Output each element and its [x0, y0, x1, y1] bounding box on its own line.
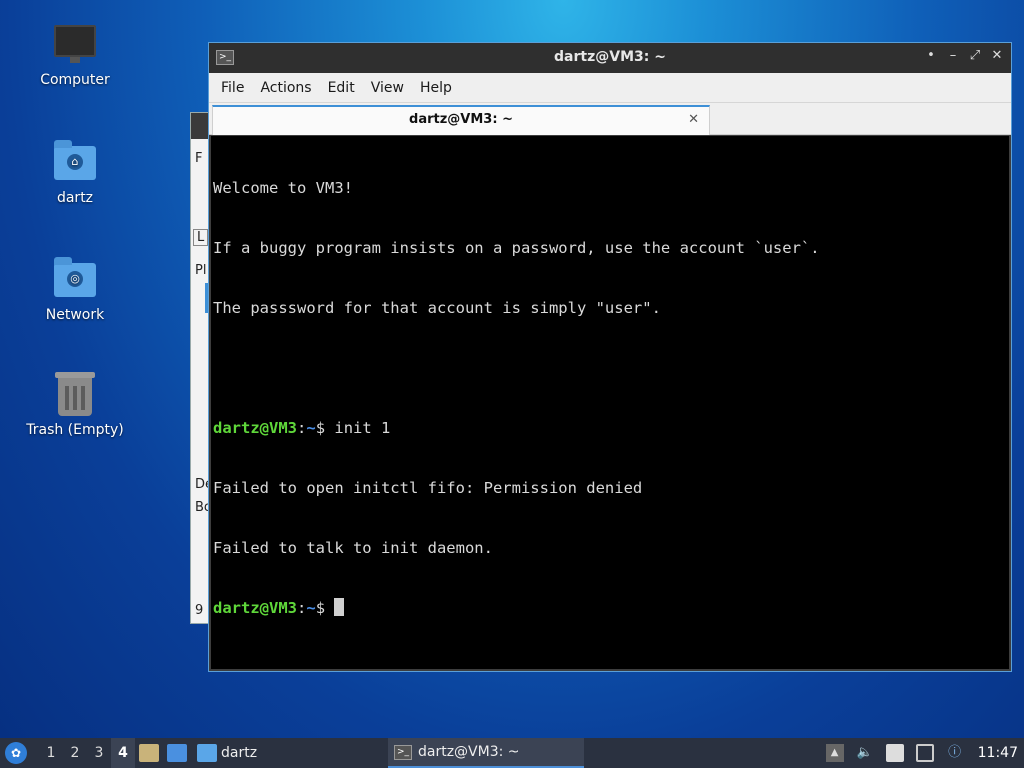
desktop-icon-computer[interactable]: Computer — [20, 22, 130, 88]
task-terminal[interactable]: >_ dartz@VM3: ~ — [388, 738, 584, 768]
desktop-icon-trash[interactable]: Trash (Empty) — [20, 372, 130, 438]
trash-icon — [52, 372, 98, 418]
taskbar: ✿ 1 2 3 4 dartz >_ dartz@VM3: ~ ▲ 🔈 ⓘ 11… — [0, 738, 1024, 768]
active-prompt-line: dartz@VM3:~$ — [213, 598, 1007, 618]
prompt-user: dartz@VM3 — [213, 419, 297, 437]
clock[interactable]: 11:47 — [978, 745, 1018, 761]
close-button[interactable]: ✕ — [989, 48, 1005, 63]
background-window-field[interactable]: L — [193, 229, 209, 246]
menu-actions[interactable]: Actions — [252, 80, 319, 96]
background-window-text: F — [195, 151, 203, 166]
output-line: Failed to open initctl fifo: Permission … — [213, 479, 643, 497]
clipboard-icon[interactable] — [885, 744, 904, 762]
desktop-icon-home[interactable]: ⌂ dartz — [20, 140, 130, 206]
maximize-button[interactable]: ⤢ — [967, 48, 983, 63]
prompt-separator: : — [297, 419, 307, 437]
prompt-separator: : — [297, 599, 307, 617]
task-label: dartz@VM3: ~ — [418, 744, 520, 760]
terminal-output[interactable]: Welcome to VM3! If a buggy program insis… — [211, 136, 1009, 669]
workspace-4[interactable]: 4 — [111, 738, 135, 768]
prompt-user: dartz@VM3 — [213, 599, 297, 617]
desktop-icon-label: Network — [45, 307, 105, 323]
tab-close-icon[interactable]: ✕ — [688, 112, 699, 127]
output-line: If a buggy program insists on a password… — [213, 239, 820, 257]
menu-help[interactable]: Help — [412, 80, 460, 96]
workspace-3[interactable]: 3 — [87, 745, 111, 761]
home-folder-icon: ⌂ — [52, 140, 98, 186]
menu-view[interactable]: View — [363, 80, 412, 96]
prompt-end: $ — [315, 419, 335, 437]
tab-terminal[interactable]: dartz@VM3: ~ ✕ — [212, 105, 710, 135]
window-titlebar[interactable]: >_ dartz@VM3: ~ • – ⤢ ✕ — [209, 43, 1011, 73]
menu-bar: File Actions Edit View Help — [209, 73, 1011, 103]
volume-icon[interactable]: 🔈 — [856, 744, 874, 762]
show-desktop-icon[interactable] — [167, 744, 187, 762]
terminal-window[interactable]: >_ dartz@VM3: ~ • – ⤢ ✕ File Actions Edi… — [208, 42, 1012, 672]
terminal-icon: >_ — [394, 744, 412, 760]
workspace-2[interactable]: 2 — [63, 745, 87, 761]
output-line: Welcome to VM3! — [213, 179, 353, 197]
prompt-path: ~ — [306, 419, 316, 437]
computer-icon — [52, 22, 98, 68]
command-line: dartz@VM3:~$ init 1 — [213, 418, 1007, 438]
task-file-manager[interactable]: dartz — [191, 738, 263, 768]
typed-command: init 1 — [334, 419, 391, 437]
desktop-icon-network[interactable]: ◎ Network — [20, 257, 130, 323]
folder-icon — [197, 744, 217, 762]
workspace-1[interactable]: 1 — [39, 745, 63, 761]
tab-label: dartz@VM3: ~ — [409, 112, 513, 127]
start-menu-icon[interactable]: ✿ — [5, 742, 27, 764]
minimize-button[interactable]: – — [945, 48, 961, 63]
tray-up-arrow-icon[interactable]: ▲ — [825, 744, 844, 762]
prompt-end: $ — [315, 599, 335, 617]
network-status-icon[interactable] — [915, 744, 934, 762]
window-title: dartz@VM3: ~ — [554, 49, 666, 65]
menu-file[interactable]: File — [213, 80, 252, 96]
desktop-icon-label: Trash (Empty) — [26, 422, 124, 438]
task-label: dartz — [221, 745, 258, 761]
network-folder-icon: ◎ — [52, 257, 98, 303]
background-window-text: Pl — [195, 263, 207, 278]
menu-edit[interactable]: Edit — [320, 80, 363, 96]
desktop-icon-label: dartz — [56, 190, 94, 206]
output-line: The passsword for that account is simply… — [213, 299, 661, 317]
background-window-text: 9 — [195, 603, 204, 618]
keep-above-button[interactable]: • — [923, 48, 939, 63]
system-tray: ▲ 🔈 ⓘ 11:47 — [820, 738, 1024, 768]
update-notifier-icon[interactable]: ⓘ — [946, 744, 964, 762]
output-line: Failed to talk to init daemon. — [213, 539, 493, 557]
file-manager-launcher-icon[interactable] — [139, 744, 159, 762]
text-cursor — [334, 598, 345, 616]
tab-bar: dartz@VM3: ~ ✕ — [209, 103, 1011, 135]
prompt-path: ~ — [306, 599, 316, 617]
desktop-icon-label: Computer — [40, 72, 110, 88]
